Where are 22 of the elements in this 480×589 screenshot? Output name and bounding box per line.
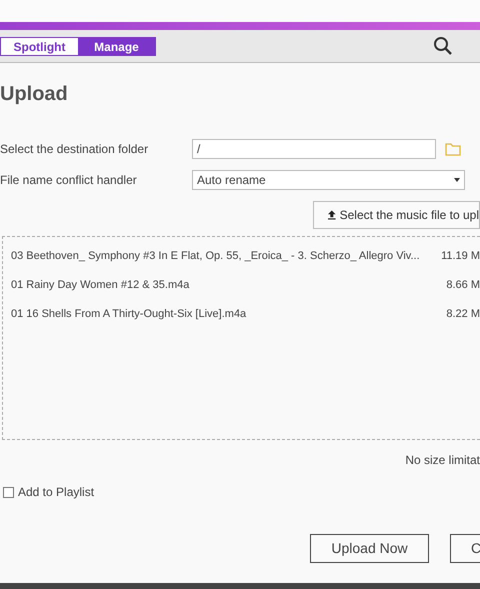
file-name: 03 Beethoven_ Symphony #3 In E Flat, Op. 55, _Eroica_ - 3. Scherzo_ Allegro Viv... <box>11 249 420 264</box>
size-limit-note: No size limitat <box>405 452 480 469</box>
field-label: Select the destination folder <box>0 141 150 158</box>
tab[interactable]: Spotlight <box>1 38 78 54</box>
file-drop-area[interactable]: 03 Beethoven_ Symphony #3 In E Flat, Op. 55, _Eroica_ - 3. Scherzo_ Allegro Viv... 11.19 M 01 Rainy Day Women #12 & 35.m4a 8.66 M 01 16 Shells From A Thirty-Ought-Six [Live].m4a 8.22 M <box>2 236 480 440</box>
upload-icon <box>328 209 336 221</box>
file-size: 8.66 M <box>446 278 480 294</box>
caret-icon <box>454 178 460 182</box>
folder-path-field[interactable]: / <box>192 139 436 159</box>
tab[interactable]: Manage <box>78 38 155 54</box>
search-icon[interactable] <box>433 36 453 56</box>
file-name: 01 Rainy Day Women #12 & 35.m4a <box>11 278 190 294</box>
checkbox[interactable] <box>3 486 14 498</box>
file-size: 8.22 M <box>446 307 480 322</box>
conflict-dropdown[interactable]: Auto rename <box>192 170 465 190</box>
field-label: File name conflict handler <box>0 172 138 189</box>
checkbox-label: Add to Playlist <box>18 484 94 501</box>
dialog-title: Upload <box>0 82 69 107</box>
select-file-button[interactable]: Select the music file to upl <box>313 201 480 229</box>
file-size: 11.19 M <box>441 249 480 264</box>
upload-now-button[interactable]: Upload Now <box>310 534 429 563</box>
file-name: 01 16 Shells From A Thirty-Ought-Six [Live].m4a <box>11 307 246 322</box>
